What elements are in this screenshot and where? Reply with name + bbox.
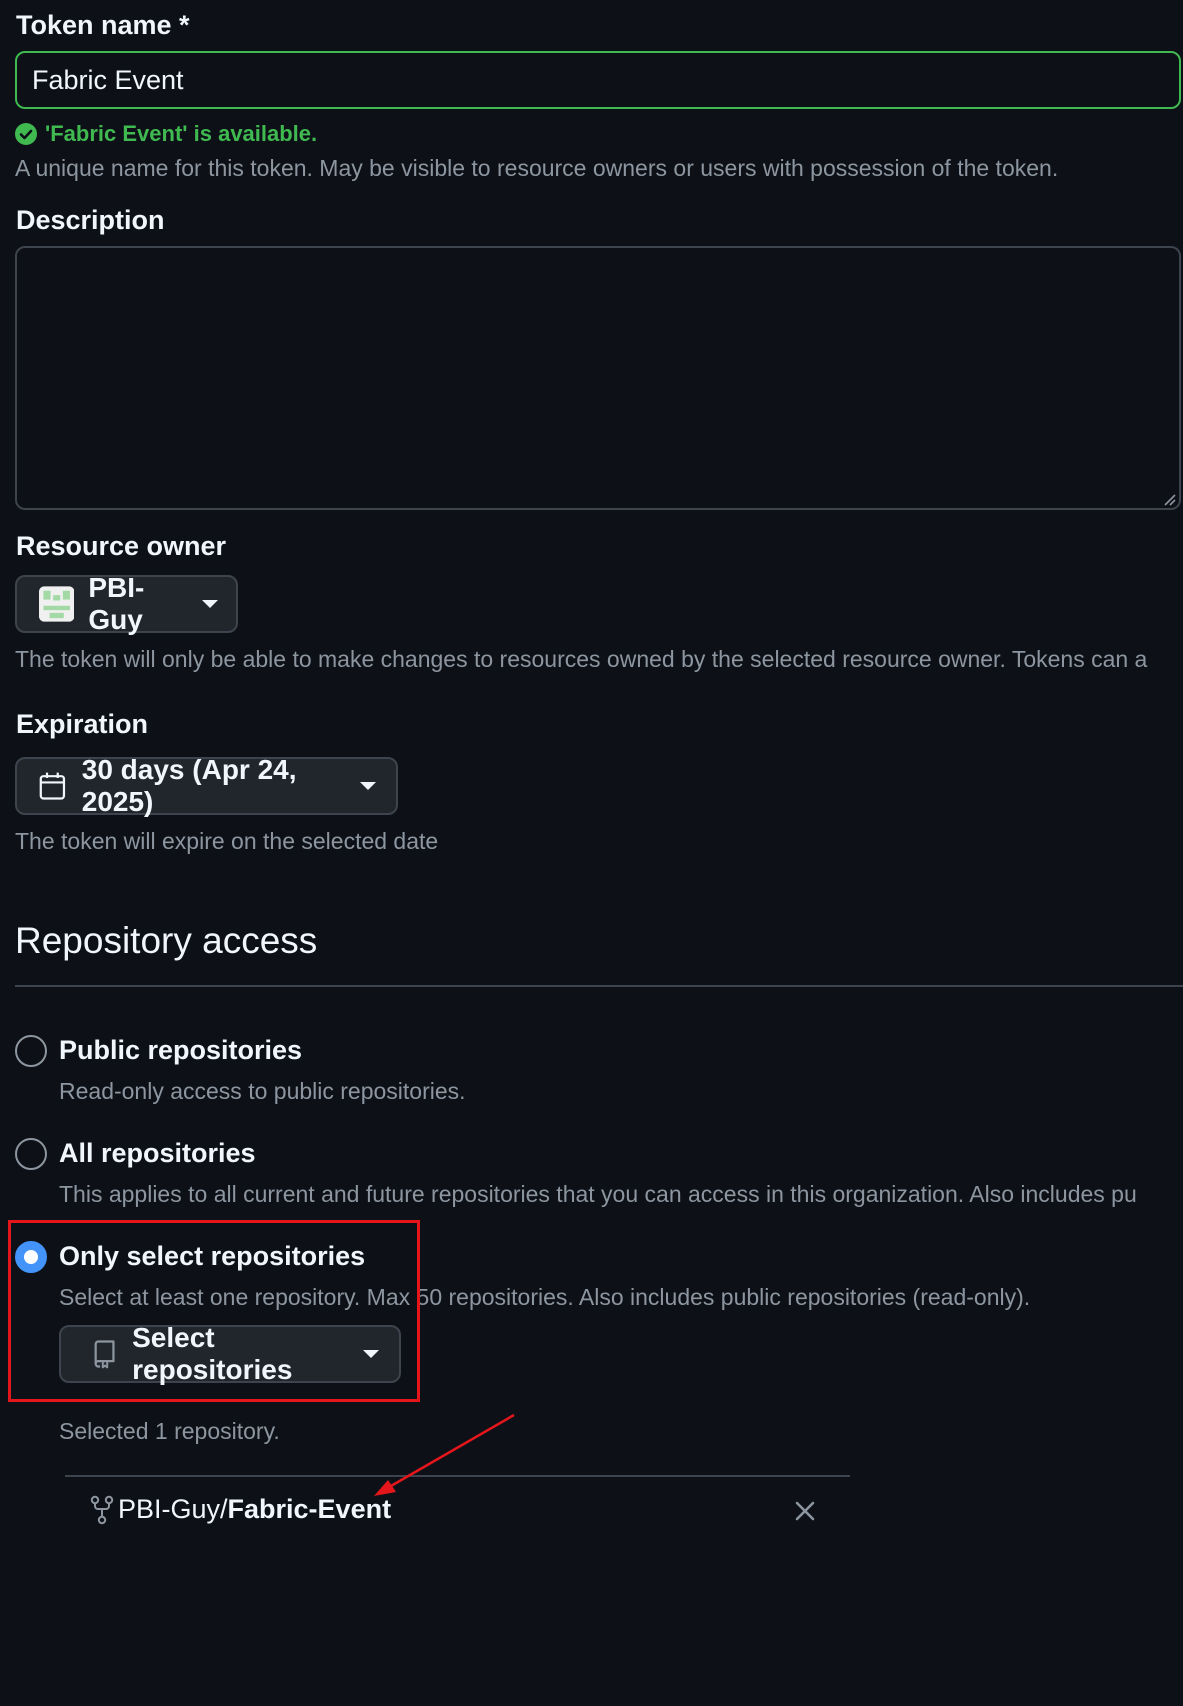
public-repositories-label[interactable]: Public repositories xyxy=(59,1035,302,1066)
check-circle-icon xyxy=(15,123,37,145)
section-divider xyxy=(15,985,1183,987)
description-textarea[interactable] xyxy=(15,246,1181,510)
repository-access-heading: Repository access xyxy=(15,920,318,961)
calendar-icon xyxy=(39,772,66,800)
token-name-input[interactable] xyxy=(15,51,1181,109)
selected-list-divider xyxy=(65,1475,850,1477)
resource-owner-label: Resource owner xyxy=(16,531,227,561)
chevron-down-icon xyxy=(360,782,376,790)
avatar xyxy=(39,586,75,622)
token-name-label: Token name * xyxy=(16,10,190,40)
expiration-label: Expiration xyxy=(16,709,149,739)
name-availability-message: 'Fabric Event' is available. xyxy=(15,121,317,147)
chevron-down-icon xyxy=(202,600,218,608)
repo-forked-icon xyxy=(90,1495,114,1524)
resize-handle-icon[interactable] xyxy=(1162,492,1176,506)
resource-owner-value: PBI-Guy xyxy=(88,572,145,635)
repo-name: Fabric-Event xyxy=(227,1494,392,1524)
close-icon[interactable] xyxy=(794,1500,816,1522)
selected-count: Selected 1 repository. xyxy=(59,1418,280,1444)
list-item: PBI-Guy/Fabric-Event xyxy=(90,1494,391,1525)
expiration-value: 30 days (Apr 24, 2025) xyxy=(81,754,297,817)
availability-text: 'Fabric Event' is available. xyxy=(45,121,318,146)
public-repositories-description: Read-only access to public repositories. xyxy=(59,1078,466,1104)
all-repositories-description: This applies to all current and future r… xyxy=(59,1181,1137,1207)
description-label: Description xyxy=(16,205,165,235)
token-name-help: A unique name for this token. May be vis… xyxy=(15,155,1059,181)
resource-owner-help: The token will only be able to make chan… xyxy=(15,646,1148,672)
expiration-dropdown[interactable]: 30 days (Apr 24, 2025) xyxy=(15,754,398,817)
all-repositories-label[interactable]: All repositories xyxy=(59,1138,256,1169)
radio-public-repositories[interactable] xyxy=(15,1035,47,1067)
repo-owner: PBI-Guy/ xyxy=(118,1494,228,1524)
resource-owner-dropdown[interactable]: PBI-Guy xyxy=(15,572,238,635)
radio-all-repositories[interactable] xyxy=(15,1138,47,1170)
expiration-help: The token will expire on the selected da… xyxy=(15,828,439,854)
highlight-box xyxy=(8,1220,420,1402)
